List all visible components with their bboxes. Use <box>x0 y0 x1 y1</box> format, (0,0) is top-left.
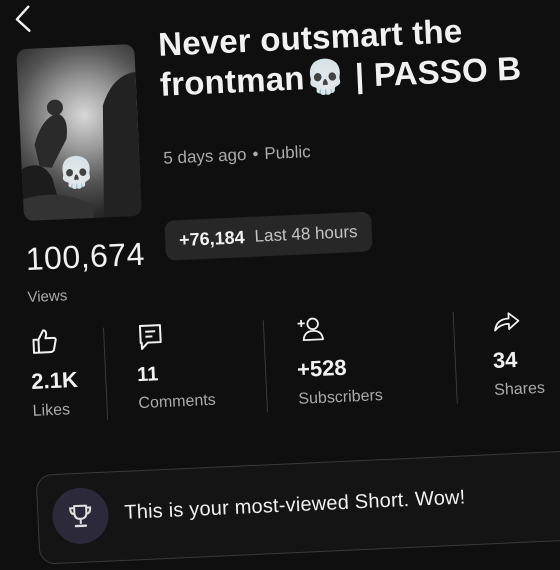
comments-value: 11 <box>137 361 215 387</box>
views-count: 100,674 <box>25 236 146 278</box>
comment-icon <box>135 321 166 352</box>
comments-label: Comments <box>138 392 216 413</box>
video-thumbnail[interactable]: 💀 <box>16 44 142 221</box>
views-label: Views <box>27 287 67 306</box>
shares-label: Shares <box>494 380 545 400</box>
video-title: Never outsmart the frontman💀 | PASSO B <box>157 5 560 105</box>
video-meta: 5 days ago • Public <box>163 142 311 169</box>
trophy-icon <box>66 501 95 530</box>
stat-divider <box>453 312 458 404</box>
thumbnail-scene <box>16 44 142 221</box>
most-viewed-text: This is your most-viewed Short. Wow! <box>124 486 466 524</box>
thumbs-up-icon <box>29 326 60 357</box>
likes-value: 2.1K <box>31 367 79 395</box>
meta-separator: • <box>252 144 259 163</box>
stat-likes[interactable]: 2.1K Likes <box>29 325 80 421</box>
back-arrow-icon[interactable] <box>10 4 39 33</box>
views-delta-value: +76,184 <box>179 227 245 251</box>
subscribers-label: Subscribers <box>298 387 383 409</box>
video-visibility: Public <box>264 142 311 163</box>
video-age: 5 days ago <box>163 145 247 168</box>
stat-shares[interactable]: 34 Shares <box>490 304 545 400</box>
trophy-badge <box>51 487 109 545</box>
add-person-icon <box>295 314 326 345</box>
thumbnail-skull-overlay: 💀 <box>57 158 96 190</box>
stat-comments[interactable]: 11 Comments <box>135 319 216 413</box>
most-viewed-banner[interactable]: This is your most-viewed Short. Wow! <box>36 448 560 564</box>
stat-subscribers[interactable]: +528 Subscribers <box>295 311 384 409</box>
shares-value: 34 <box>492 346 544 374</box>
short-analytics-screen: 💀 Never outsmart the frontman💀 | PASSO B… <box>0 0 560 570</box>
stat-divider <box>103 328 108 420</box>
share-icon <box>490 305 521 336</box>
likes-label: Likes <box>32 401 79 421</box>
views-delta-chip: +76,184 Last 48 hours <box>164 211 372 260</box>
subscribers-value: +528 <box>296 353 382 383</box>
stat-divider <box>263 320 268 412</box>
views-delta-label: Last 48 hours <box>254 222 358 247</box>
